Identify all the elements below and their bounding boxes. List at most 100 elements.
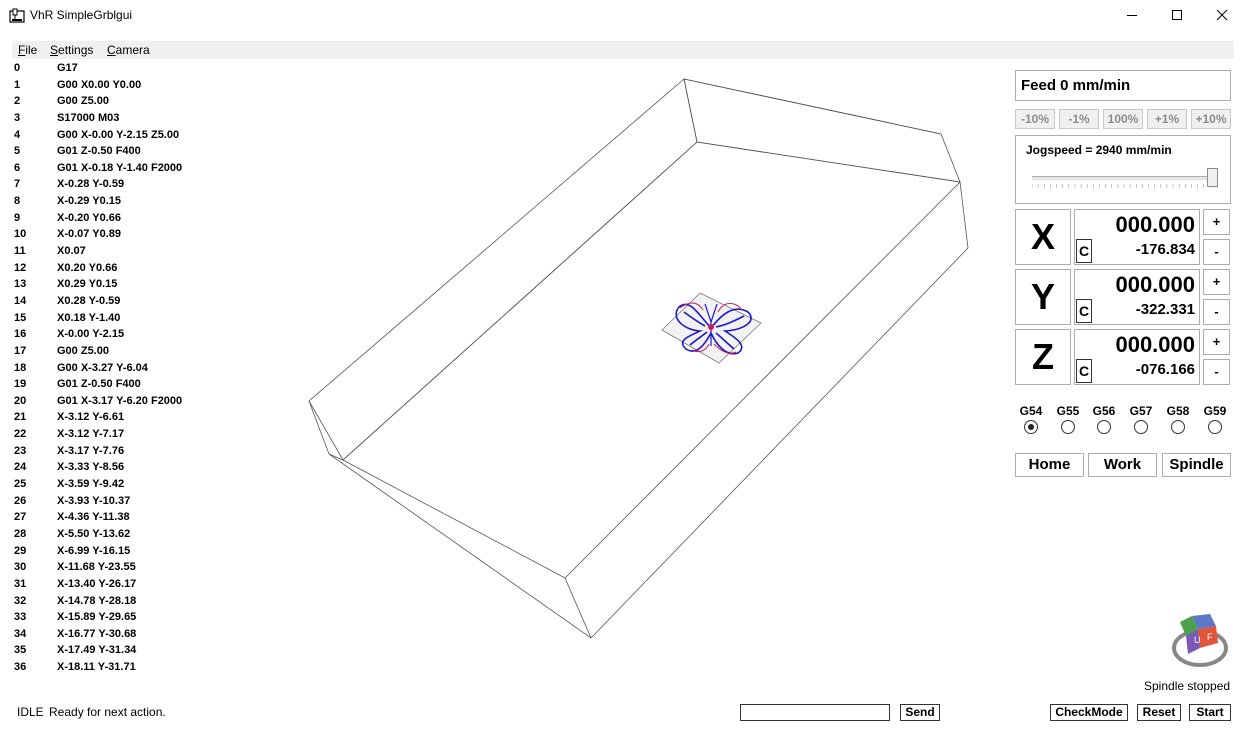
menu-camera-key: C: [107, 43, 116, 57]
jogspeed-slider-track[interactable]: [1032, 176, 1216, 180]
gcode-line[interactable]: 20 G01 X-3.17 Y-6.20 F2000: [14, 394, 264, 411]
gcode-line[interactable]: 25 X-3.59 Y-9.42: [14, 477, 264, 494]
menu-file[interactable]: File: [18, 43, 37, 57]
axis-x-minus-button[interactable]: -: [1203, 239, 1230, 265]
jogspeed-slider-thumb[interactable]: [1206, 168, 1218, 187]
gcode-line-number: 29: [14, 544, 27, 557]
gcode-line[interactable]: 3 S17000 M03: [14, 111, 264, 128]
gcode-line-code: X-11.68 Y-23.55: [57, 561, 136, 574]
gcode-line-code: G00 Z5.00: [57, 95, 109, 108]
axis-z-clear-button[interactable]: C: [1076, 359, 1092, 383]
maximize-icon: [1172, 10, 1182, 20]
work-button[interactable]: Work: [1088, 453, 1157, 477]
gcode-line[interactable]: 31 X-13.40 Y-26.17: [14, 577, 264, 594]
gcode-line[interactable]: 18 G00 X-3.27 Y-6.04: [14, 361, 264, 378]
feed-override-minus10-button[interactable]: -10%: [1015, 109, 1055, 129]
close-button[interactable]: [1199, 0, 1245, 30]
gcode-line[interactable]: 22 X-3.12 Y-7.17: [14, 427, 264, 444]
gcode-line-code: X0.07: [57, 245, 86, 258]
gcode-line[interactable]: 21 X-3.12 Y-6.61: [14, 410, 264, 427]
feed-override-minus1-button[interactable]: -1%: [1059, 109, 1099, 129]
gcode-line[interactable]: 14 X0.28 Y-0.59: [14, 294, 264, 311]
gcode-line[interactable]: 36 X-18.11 Y-31.71: [14, 660, 264, 677]
menu-bar: File Settings Camera: [12, 41, 1234, 59]
gcode-line[interactable]: 32 X-14.78 Y-28.18: [14, 594, 264, 611]
gcode-line[interactable]: 27 X-4.36 Y-11.38: [14, 510, 264, 527]
g54-radio[interactable]: [1024, 420, 1038, 434]
gcode-line-code: X-3.12 Y-7.17: [57, 428, 125, 441]
gcode-line[interactable]: 10 X-0.07 Y0.89: [14, 227, 264, 244]
axis-z-plus-button[interactable]: +: [1203, 329, 1230, 355]
gcode-line[interactable]: 0 G17: [14, 61, 264, 78]
gcode-line[interactable]: 17 G00 Z5.00: [14, 344, 264, 361]
gcode-line[interactable]: 2 G00 Z5.00: [14, 94, 264, 111]
axis-y-clear-button[interactable]: C: [1076, 299, 1092, 323]
gcode-line[interactable]: 15 X0.18 Y-1.40: [14, 311, 264, 328]
g55-radio[interactable]: [1061, 420, 1075, 434]
gcode-line-number: 28: [14, 527, 27, 540]
axis-z-minus-button[interactable]: -: [1203, 359, 1230, 385]
spindle-button[interactable]: Spindle: [1162, 453, 1231, 477]
g57-radio[interactable]: [1134, 420, 1148, 434]
g58-label: G58: [1166, 404, 1190, 418]
axis-x-machine-position: -176.834: [1135, 241, 1195, 258]
axis-x-plus-button[interactable]: +: [1203, 209, 1230, 235]
gcode-line-code: G01 Z-0.50 F400: [57, 378, 141, 391]
axis-y-plus-button[interactable]: +: [1203, 269, 1230, 295]
gcode-line[interactable]: 30 X-11.68 Y-23.55: [14, 560, 264, 577]
home-button[interactable]: Home: [1015, 453, 1084, 477]
checkmode-button[interactable]: CheckMode: [1050, 704, 1128, 721]
start-button[interactable]: Start: [1189, 704, 1231, 721]
gcode-line[interactable]: 6 G01 X-0.18 Y-1.40 F2000: [14, 161, 264, 178]
menu-settings[interactable]: Settings: [50, 43, 93, 57]
gcode-line[interactable]: 12 X0.20 Y0.66: [14, 261, 264, 278]
gcode-line[interactable]: 7 X-0.28 Y-0.59: [14, 177, 264, 194]
view-cube-icon[interactable]: U F: [1170, 612, 1230, 668]
gcode-line[interactable]: 5 G01 Z-0.50 F400: [14, 144, 264, 161]
gcode-line-number: 5: [14, 145, 21, 158]
feed-override-100-button[interactable]: 100%: [1103, 109, 1143, 129]
axis-x-work-position: 000.000: [1115, 212, 1195, 237]
gcode-line[interactable]: 8 X-0.29 Y0.15: [14, 194, 264, 211]
menu-camera-label: amera: [115, 43, 150, 57]
gcode-line-number: 8: [14, 195, 21, 208]
gcode-line[interactable]: 19 G01 Z-0.50 F400: [14, 377, 264, 394]
gcode-line[interactable]: 34 X-16.77 Y-30.68: [14, 627, 264, 644]
gcode-line-number: 9: [14, 211, 21, 224]
gcode-line[interactable]: 24 X-3.33 Y-8.56: [14, 460, 264, 477]
g59-radio[interactable]: [1208, 420, 1222, 434]
gcode-line-number: 27: [14, 511, 27, 524]
gcode-line[interactable]: 23 X-3.17 Y-7.76: [14, 444, 264, 461]
gcode-line[interactable]: 16 X-0.00 Y-2.15: [14, 327, 264, 344]
gcode-line-code: G00 X-3.27 Y-6.04: [57, 361, 148, 374]
command-input[interactable]: [740, 704, 890, 721]
feed-override-plus1-button[interactable]: +1%: [1147, 109, 1187, 129]
gcode-line[interactable]: 9 X-0.20 Y0.66: [14, 211, 264, 228]
gcode-line[interactable]: 35 X-17.49 Y-31.34: [14, 643, 264, 660]
gcode-line-code: X-3.12 Y-6.61: [57, 411, 125, 424]
gcode-line[interactable]: 1 G00 X0.00 Y0.00: [14, 78, 264, 95]
menu-camera[interactable]: Camera: [107, 43, 150, 57]
gcode-line[interactable]: 4 G00 X-0.00 Y-2.15 Z5.00: [14, 128, 264, 145]
send-button[interactable]: Send: [900, 704, 940, 721]
toolpath-viewport[interactable]: [290, 70, 990, 650]
gcode-line[interactable]: 26 X-3.93 Y-10.37: [14, 494, 264, 511]
gcode-line[interactable]: 11 X0.07: [14, 244, 264, 261]
reset-button[interactable]: Reset: [1137, 704, 1181, 721]
maximize-button[interactable]: [1154, 0, 1200, 30]
feed-override-plus10-button[interactable]: +10%: [1191, 109, 1231, 129]
gcode-line[interactable]: 28 X-5.50 Y-13.62: [14, 527, 264, 544]
g58-radio[interactable]: [1171, 420, 1185, 434]
axis-x-clear-button[interactable]: C: [1076, 239, 1092, 263]
g56-radio[interactable]: [1097, 420, 1111, 434]
gcode-list[interactable]: 0 G17 1 G00 X0.00 Y0.00 2 G00 Z5.00 3 S17000 M0…: [14, 61, 264, 677]
gcode-line-number: 13: [14, 278, 27, 291]
gcode-line[interactable]: 29 X-6.99 Y-16.15: [14, 544, 264, 561]
g54-label: G54: [1019, 404, 1043, 418]
axis-y-minus-button[interactable]: -: [1203, 299, 1230, 325]
gcode-line-number: 24: [14, 461, 27, 474]
gcode-line[interactable]: 13 X0.29 Y0.15: [14, 277, 264, 294]
gcode-line[interactable]: 33 X-15.89 Y-29.65: [14, 610, 264, 627]
gcode-line-number: 23: [14, 444, 27, 457]
minimize-button[interactable]: [1109, 0, 1155, 30]
